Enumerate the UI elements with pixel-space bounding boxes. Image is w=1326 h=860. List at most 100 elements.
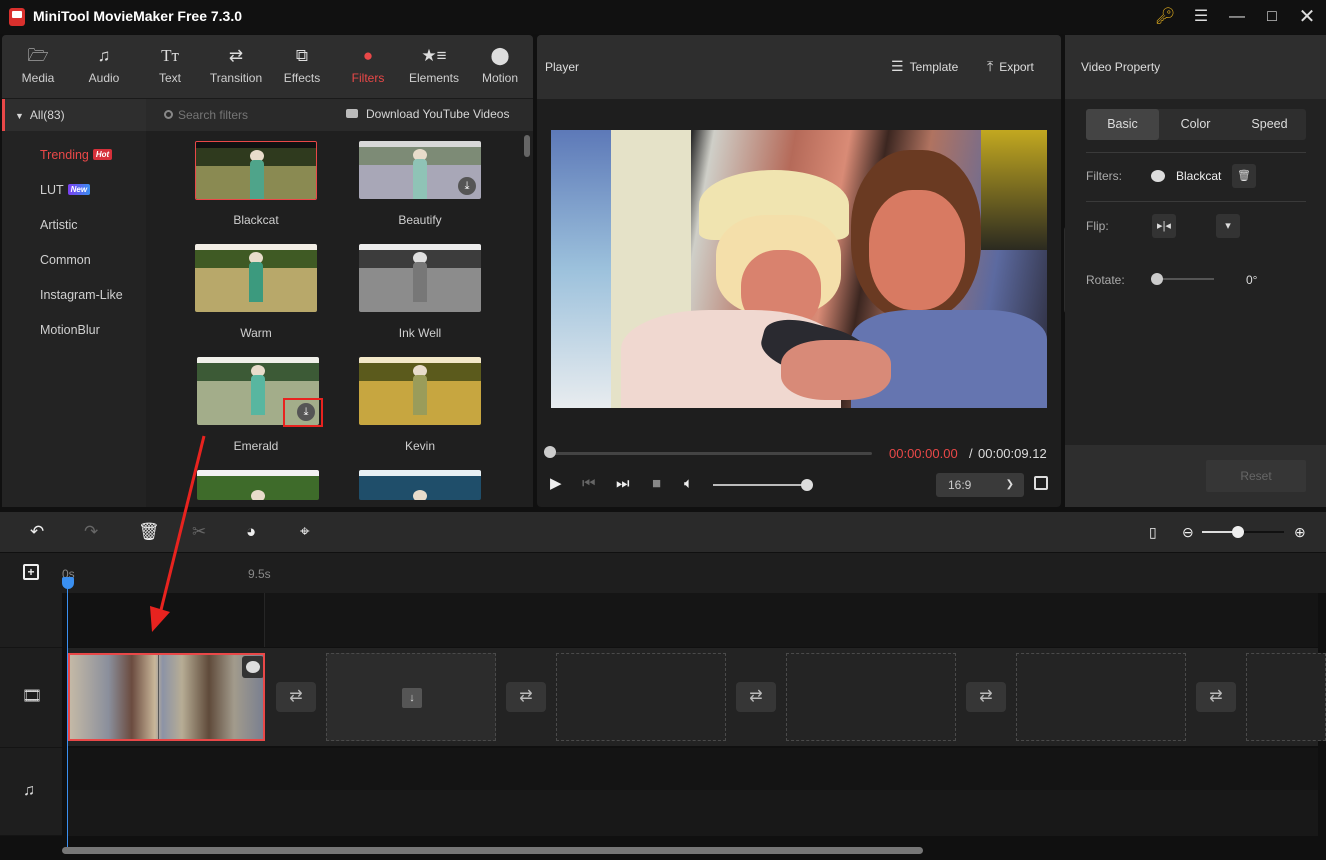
download-youtube-button[interactable]: Download YouTube Videos [346, 107, 509, 121]
folder-icon: 🗁︎ [27, 46, 49, 65]
rotate-slider[interactable] [1158, 278, 1214, 280]
filters-label: Filters: [1086, 169, 1122, 183]
filter-thumb-warm[interactable] [195, 244, 317, 312]
timeline-ruler[interactable]: + [0, 553, 1326, 593]
delete-filter-icon[interactable]: 🗑︎ [1232, 164, 1256, 188]
zoom-out-icon[interactable]: ⊖ [1182, 522, 1194, 542]
empty-clip-slot[interactable] [556, 653, 726, 741]
filter-thumb-kevin[interactable] [359, 357, 481, 425]
category-all[interactable]: ▼ All(83) [2, 99, 146, 131]
minimize-icon[interactable]: — [1225, 6, 1249, 28]
tab-audio[interactable]: ♫ Audio [71, 45, 137, 85]
filter-thumb-blackcat[interactable] [195, 141, 317, 200]
tab-effects[interactable]: ⧉ Effects [269, 45, 335, 85]
filter-label: Ink Well [398, 326, 442, 340]
video-clip[interactable] [68, 653, 265, 741]
flip-vertical-icon[interactable]: ▾ [1216, 214, 1240, 238]
text-icon: Tт [161, 46, 179, 65]
track-headers: 🎞︎ ♫ [0, 593, 62, 836]
split-scissors-icon[interactable]: ✂ [192, 522, 206, 542]
fullscreen-icon[interactable] [1034, 476, 1048, 490]
chevron-down-icon: ❯ [1005, 479, 1014, 490]
maximize-icon[interactable]: □ [1260, 6, 1284, 28]
tab-basic[interactable]: Basic [1086, 109, 1159, 140]
seek-bar[interactable] [550, 452, 872, 455]
key-icon[interactable]: 🔑︎ [1153, 6, 1177, 28]
transition-slot-icon[interactable]: ⇄ [506, 682, 546, 712]
title-bar: MiniTool MovieMaker Free 7.3.0 🔑︎ ☰ — □ … [0, 0, 1326, 34]
category-motionblur[interactable]: MotionBlur [40, 323, 100, 337]
empty-clip-slot[interactable] [1246, 653, 1326, 741]
player-header: Player ☰ Template ⤒ Export [537, 35, 1061, 99]
tab-media[interactable]: 🗁︎ Media [5, 45, 71, 85]
crop-icon[interactable]: ⌖ [300, 522, 310, 542]
transition-arrows-icon: ⇄ [228, 46, 244, 65]
transition-slot-icon[interactable]: ⇄ [1196, 682, 1236, 712]
tab-filters[interactable]: ● Filters [335, 45, 401, 85]
filter-thumb[interactable] [197, 470, 319, 500]
library-panel: 🗁︎ Media ♫ Audio Tт Text ⇄ Transition ⧉ Effec… [2, 35, 533, 507]
rotate-label: Rotate: [1086, 273, 1125, 287]
undo-icon[interactable]: ↶ [30, 522, 44, 542]
category-common[interactable]: Common [40, 253, 91, 267]
music-note-icon: ♫ [23, 782, 35, 799]
rotate-handle[interactable] [1151, 273, 1163, 285]
drop-here-icon: ↓ [402, 688, 422, 708]
property-header: Video Property [1065, 35, 1326, 99]
redo-icon[interactable]: ↷ [84, 522, 98, 542]
stop-icon[interactable]: ■ [652, 476, 661, 492]
empty-clip-slot[interactable] [1016, 653, 1186, 741]
speed-gauge-icon[interactable]: ◕ [246, 522, 256, 542]
tab-elements[interactable]: ★≡ Elements [401, 45, 467, 85]
filter-thumb-beautify[interactable]: ⤓ [359, 141, 481, 199]
music-note-icon: ♫ [97, 46, 111, 65]
next-frame-icon[interactable]: ⏭︎ [616, 476, 630, 492]
playhead-handle[interactable] [62, 577, 74, 589]
filter-grid: Download YouTube Videos Blackcat ⤓ Beaut… [146, 99, 533, 507]
film-icon: 🎞︎ [22, 688, 43, 705]
aspect-ratio-select[interactable]: 16:9 ❯ [936, 473, 1024, 497]
transition-slot-icon[interactable]: ⇄ [276, 682, 316, 712]
fit-timeline-icon[interactable]: ▯ [1149, 522, 1157, 542]
tab-motion[interactable]: ⬤ Motion [467, 45, 533, 85]
empty-clip-slot[interactable]: ↓ [326, 653, 496, 741]
volume-slider[interactable] [713, 484, 807, 486]
category-trending[interactable]: Trending Hot [40, 148, 113, 162]
add-track-icon[interactable]: + [23, 564, 39, 580]
reset-button[interactable]: Reset [1206, 460, 1306, 492]
tab-color[interactable]: Color [1159, 109, 1232, 140]
category-instagram-like[interactable]: Instagram-Like [40, 288, 123, 302]
previous-frame-icon[interactable]: ⏮︎ [582, 476, 596, 492]
tab-transition[interactable]: ⇄ Transition [203, 45, 269, 85]
filter-grid-scrollbar[interactable] [524, 135, 530, 157]
filter-thumb-ink-well[interactable] [359, 244, 481, 312]
template-button[interactable]: ☰ Template [891, 58, 958, 75]
play-icon[interactable]: ▶ [550, 476, 562, 492]
timeline-zoom-handle[interactable] [1232, 526, 1244, 538]
filter-label: Emerald [233, 439, 279, 453]
download-icon[interactable]: ⤓ [458, 177, 476, 195]
timeline-horizontal-scrollbar[interactable] [62, 847, 923, 854]
seek-handle[interactable] [544, 446, 556, 458]
flip-horizontal-icon[interactable]: ▸|◂ [1152, 214, 1176, 238]
volume-handle[interactable] [801, 479, 813, 491]
rotate-value: 0° [1246, 273, 1258, 287]
zoom-in-icon[interactable]: ⊕ [1294, 522, 1306, 542]
empty-clip-slot[interactable] [786, 653, 956, 741]
delete-icon[interactable]: 🗑︎ [138, 522, 160, 542]
tab-speed[interactable]: Speed [1233, 109, 1306, 140]
category-artistic[interactable]: Artistic [40, 218, 78, 232]
transition-slot-icon[interactable]: ⇄ [736, 682, 776, 712]
video-preview[interactable] [551, 130, 1047, 408]
tab-text[interactable]: Tт Text [137, 45, 203, 85]
search-filters-input[interactable] [162, 106, 322, 124]
category-lut[interactable]: LUT New [40, 183, 91, 197]
menu-icon[interactable]: ☰ [1189, 6, 1213, 28]
close-icon[interactable]: ✕ [1295, 6, 1319, 28]
volume-icon[interactable]: 🔈︎ [684, 476, 693, 492]
audio-track-lane [68, 790, 1318, 836]
filter-thumb[interactable] [359, 470, 481, 500]
transition-slot-icon[interactable]: ⇄ [966, 682, 1006, 712]
elements-icon: ★≡ [421, 46, 447, 65]
export-button[interactable]: ⤒ Export [987, 58, 1034, 75]
